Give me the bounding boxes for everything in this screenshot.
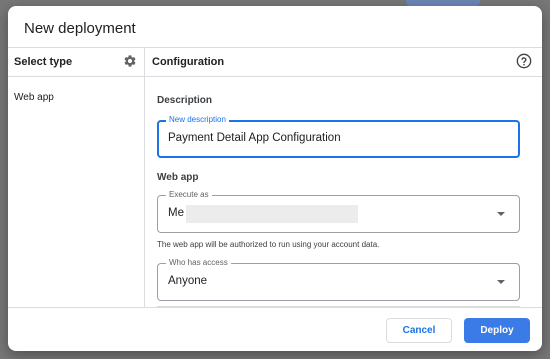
description-section-label: Description [157, 95, 213, 106]
description-field-value[interactable]: Payment Detail App Configuration [168, 132, 341, 144]
caret-down-icon[interactable] [497, 212, 505, 216]
who-has-access-value: Anyone [168, 275, 208, 287]
execute-as-value: Me [168, 207, 184, 219]
description-field[interactable]: New description Payment Detail App Confi… [157, 115, 520, 158]
configuration-header: Configuration [145, 48, 542, 77]
configuration-heading: Configuration [152, 56, 225, 68]
execute-as-select[interactable]: Execute as Me [157, 190, 520, 233]
help-icon[interactable] [516, 53, 532, 69]
cancel-button[interactable]: Cancel [386, 318, 452, 343]
web-app-section-label: Web app [157, 172, 199, 183]
caret-down-icon[interactable] [497, 280, 505, 284]
execute-as-label: Execute as [166, 190, 212, 200]
who-has-access-select[interactable]: Who has access Anyone [157, 258, 520, 301]
configuration-panel: Configuration Description New descriptio… [145, 48, 542, 307]
type-item-web-app[interactable]: Web app [14, 92, 54, 103]
select-type-header: Select type [8, 48, 144, 77]
execute-as-helper-text: The web app will be authorized to run us… [157, 240, 380, 249]
who-has-access-label: Who has access [166, 258, 231, 268]
footer-divider [8, 307, 542, 308]
select-type-heading: Select type [14, 56, 73, 68]
new-deployment-dialog: New deployment Select type Web app Confi… [8, 6, 542, 351]
dialog-title: New deployment [24, 20, 136, 37]
select-type-panel: Select type Web app [8, 48, 145, 307]
description-field-label: New description [166, 115, 229, 125]
redacted-account [186, 205, 358, 223]
deploy-button[interactable]: Deploy [464, 318, 530, 343]
gear-icon[interactable] [123, 54, 137, 68]
